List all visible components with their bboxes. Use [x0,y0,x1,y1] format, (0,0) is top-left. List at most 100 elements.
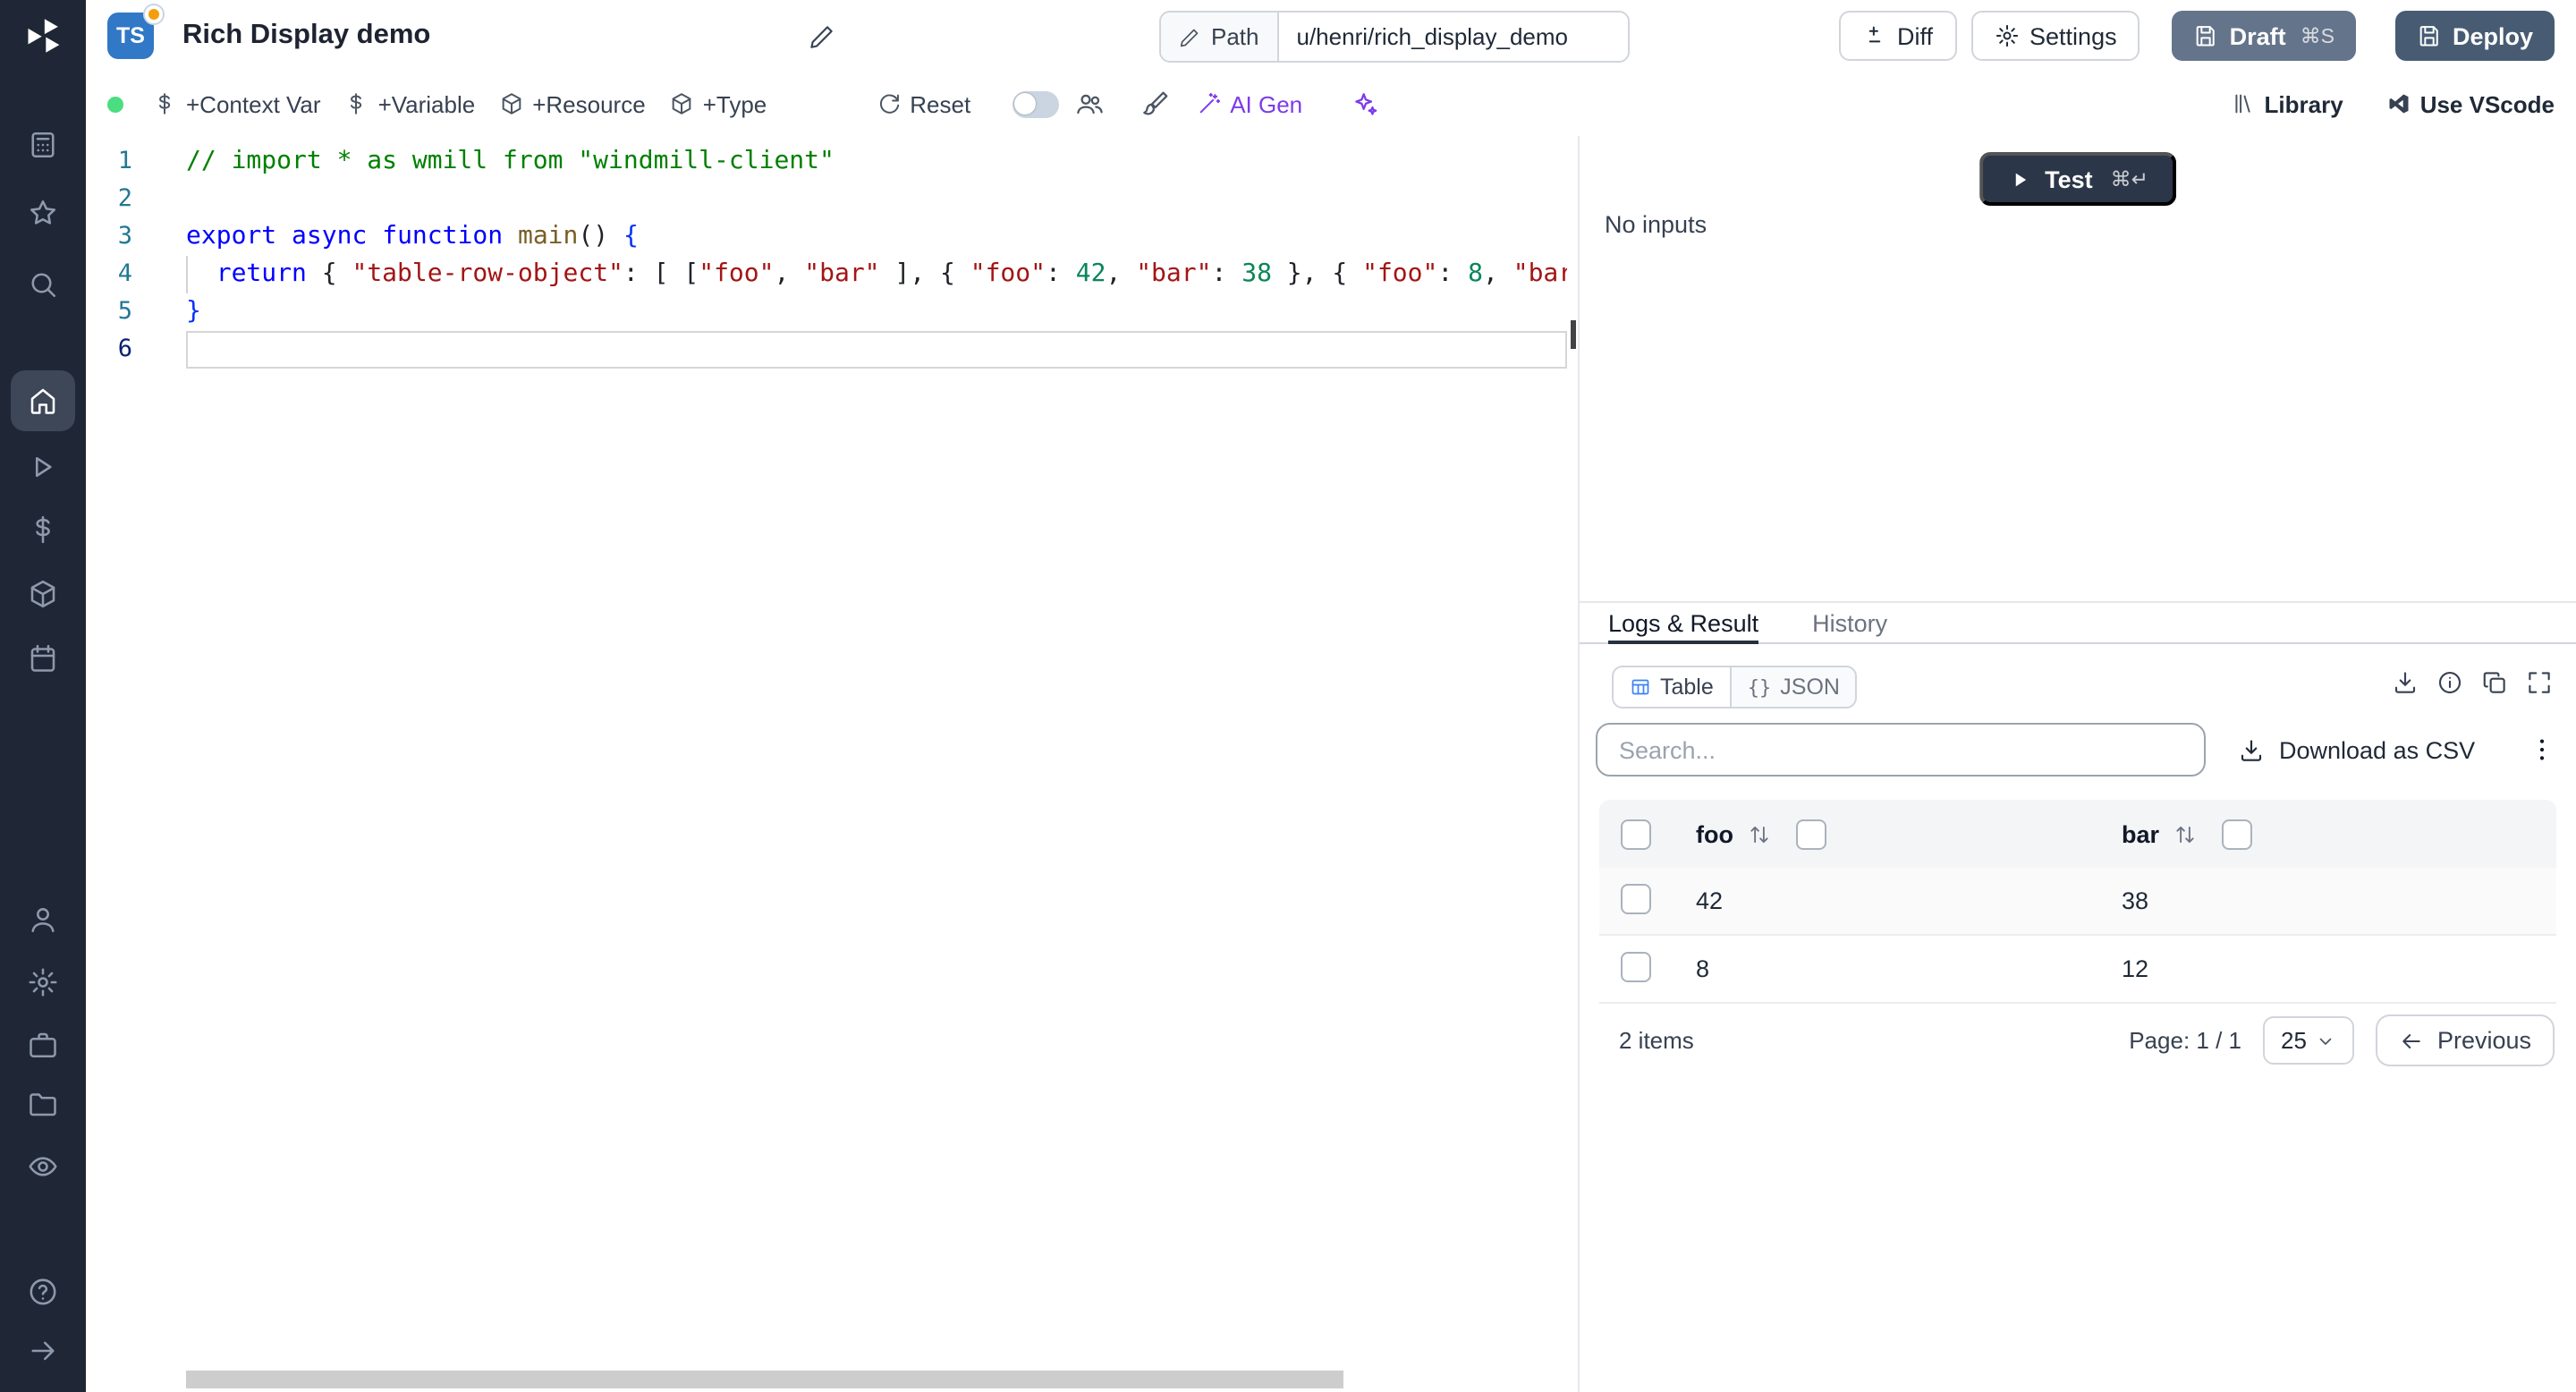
tab-logs-result[interactable]: Logs & Result [1608,603,1758,642]
draft-button[interactable]: Draft ⌘S [2173,11,2356,61]
sort-icon[interactable] [2174,822,2197,845]
result-table-footer: 2 items Page: 1 / 1 25 Previous [1599,1004,2556,1077]
deploy-button[interactable]: Deploy [2395,11,2555,61]
tab-history[interactable]: History [1812,603,1887,642]
runs-icon[interactable] [27,451,59,483]
chevron-down-icon [2316,1030,2337,1051]
table-row: 812 [1599,936,2556,1004]
add-resource-button[interactable]: +Resource [498,90,645,117]
braces-icon: {} [1748,675,1772,699]
table-toolbar: Download as CSV [1596,723,2556,777]
result-actions [2392,669,2553,696]
favorites-icon[interactable] [27,197,59,229]
download-icon[interactable] [2392,669,2419,696]
library-icon [2231,91,2256,116]
save-icon [2417,23,2442,48]
row-checkbox[interactable] [1621,951,1651,981]
diff-button[interactable]: Diff [1838,11,1956,61]
users-icon[interactable] [27,904,59,936]
ai-gen-button[interactable]: AI Gen [1196,90,1302,117]
home-icon[interactable] [11,370,75,431]
arrow-left-icon [2400,1028,2425,1053]
sparkles-icon[interactable] [1351,89,1379,118]
code-line[interactable] [186,181,1567,218]
select-all-checkbox[interactable] [1621,819,1651,849]
test-button[interactable]: Test ⌘↵ [1979,152,2177,206]
folders-icon[interactable] [27,1088,59,1120]
view-mode-table[interactable]: Table [1612,666,1732,709]
collapse-sidebar-icon[interactable] [27,1335,59,1367]
test-shortcut: ⌘↵ [2111,166,2148,191]
table-cell: 12 [2100,955,2556,982]
row-checkbox[interactable] [1621,883,1651,913]
apps-icon[interactable] [27,129,59,161]
path-button[interactable]: Path [1161,13,1279,61]
sort-icon[interactable] [1748,822,1771,845]
settings-button[interactable]: Settings [1970,11,2140,61]
sidebar [0,0,86,1392]
windmill-logo[interactable] [23,16,63,55]
result-tabs: Logs & Result History [1580,601,2576,644]
language-badge-label: TS [116,23,145,48]
assistant-toggle[interactable] [1012,90,1058,117]
code-line[interactable]: // import * as wmill from "windmill-clie… [186,143,1567,181]
settings-icon[interactable] [27,966,59,998]
table-cell: 42 [1674,887,2100,914]
schedules-icon[interactable] [27,642,59,675]
result-table-body: 4238 812 [1599,868,2556,1004]
column-label: foo [1696,820,1733,847]
code-lines[interactable]: // import * as wmill from "windmill-clie… [186,143,1567,369]
line-number: 5 [86,293,186,331]
code-line[interactable]: return { "table-row-object": [ ["foo", "… [186,256,1567,293]
code-line[interactable] [186,331,1567,369]
column-checkbox[interactable] [1796,819,1826,849]
horizontal-scrollbar[interactable] [186,1371,1343,1388]
collaborators-icon[interactable] [1074,89,1103,118]
wand-icon [1196,91,1221,116]
info-icon[interactable] [2436,669,2463,696]
result-table: foo bar 4238 812 2 items Page: 1 / 1 25 Pr… [1599,800,2556,1077]
copy-icon[interactable] [2481,669,2508,696]
items-count: 2 items [1619,1027,1694,1054]
variables-icon[interactable] [27,514,59,546]
path-input[interactable] [1279,13,1628,61]
view-mode-json[interactable]: {} JSON [1730,666,1858,709]
vscode-icon [2386,91,2411,116]
audit-logs-icon[interactable] [27,1150,59,1183]
line-number: 3 [86,218,186,256]
resources-icon[interactable] [27,578,59,610]
add-context-var-button[interactable]: +Context Var [152,90,321,117]
code-line[interactable]: } [186,293,1567,331]
format-brush-icon[interactable] [1140,89,1169,118]
search-input[interactable] [1596,723,2206,777]
add-type-button[interactable]: +Type [669,90,767,117]
line-number: 4 [86,256,186,293]
expand-icon[interactable] [2526,669,2553,696]
library-button[interactable]: Library [2231,90,2343,117]
workspace-icon[interactable] [27,1029,59,1061]
view-mode-toggle: Table {} JSON [1612,666,1858,709]
search-icon[interactable] [27,268,59,301]
download-icon [2238,736,2265,763]
download-csv-button[interactable]: Download as CSV [2238,736,2475,763]
draft-shortcut: ⌘S [2301,23,2334,48]
column-checkbox[interactable] [2222,819,2252,849]
edit-title-icon[interactable] [809,23,835,50]
column-header[interactable]: bar [2100,819,2556,849]
status-dot [107,96,123,112]
use-vscode-button[interactable]: Use VScode [2386,90,2555,117]
page-size-select[interactable]: 25 [2263,1016,2355,1065]
table-menu-icon[interactable] [2528,735,2556,764]
code-line[interactable]: export async function main() { [186,218,1567,256]
previous-page-button[interactable]: Previous [2377,1014,2555,1066]
code-editor[interactable]: 123456 // import * as wmill from "windmi… [86,136,1578,1392]
column-header[interactable]: foo [1674,819,2100,849]
table-cell: 38 [2100,887,2556,914]
result-table-header: foo bar [1599,800,2556,868]
reset-button[interactable]: Reset [876,90,970,117]
row-select-cell [1599,951,1674,987]
add-variable-button[interactable]: +Variable [344,90,476,117]
reset-icon [876,91,901,116]
path-control: Path [1159,11,1630,63]
help-icon[interactable] [27,1276,59,1308]
